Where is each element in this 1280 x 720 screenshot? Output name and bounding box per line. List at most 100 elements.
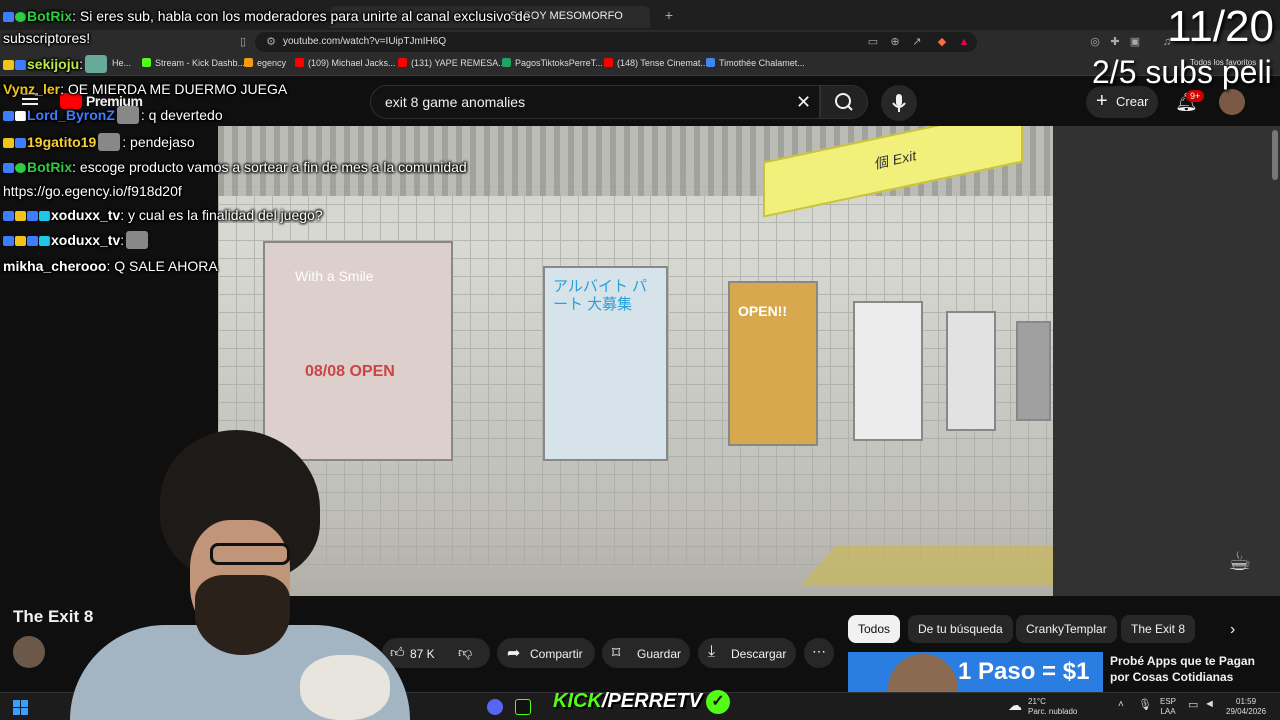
chat-text: : q devertedo <box>140 107 223 123</box>
clear-search-icon[interactable]: ✕ <box>796 92 811 113</box>
volume-icon[interactable]: ◄ <box>1204 698 1215 710</box>
layout-code: LAA <box>1160 707 1176 716</box>
bookmark-label: (148) Tense Cinemat... <box>617 58 708 68</box>
weather-desc[interactable]: Parc. nublado <box>1028 707 1077 717</box>
browser-address-bar: ▯ youtube.com/watch?v=IUipTJmIH6Q ⚙ ▭ ⊕ … <box>0 30 1280 54</box>
poster-text: With a Smile <box>295 268 374 284</box>
download-button[interactable]: ⤓ Descargar <box>698 638 796 668</box>
windows-start-icon[interactable] <box>13 700 28 715</box>
clock[interactable]: 01:59 29/04/2026 <box>1226 697 1266 717</box>
streamer-beard <box>195 575 290 655</box>
bookmark-label: He... <box>112 58 132 68</box>
chat-text: subscriptores! <box>3 30 91 46</box>
chip-todos[interactable]: Todos <box>848 615 901 643</box>
chat-message: Lord_ByronZ: q devertedo <box>3 106 223 124</box>
cast-icon[interactable]: ▭ <box>866 35 880 49</box>
save-button[interactable]: ⌑ Guardar <box>602 638 690 668</box>
bookmark-item[interactable]: PagosTiktoksPerreT... <box>502 58 603 68</box>
search-input[interactable]: exit 8 game anomalies <box>370 85 820 119</box>
clock-date: 29/04/2026 <box>1226 707 1267 716</box>
channel-avatar[interactable] <box>13 636 45 668</box>
language-indicator[interactable]: ESP LAA <box>1160 697 1176 717</box>
notification-badge: 9+ <box>1186 90 1205 102</box>
chat-message: Vynz_ler: OE MIERDA ME DUERMO JUEGA <box>3 81 287 97</box>
more-actions-button[interactable]: ⋯ <box>804 638 834 668</box>
search-value: exit 8 game anomalies <box>385 94 526 110</box>
chat-message: mikha_cherooo: Q SALE AHORA <box>3 258 218 274</box>
recommended-title[interactable]: Probé Apps que te Pagan por Cosas Cotidi… <box>1110 653 1270 685</box>
save-label: Guardar <box>637 647 682 661</box>
sheets-icon <box>502 58 511 67</box>
gift-badge-icon <box>15 111 26 121</box>
microphone-tray-icon[interactable]: 🎙︎ <box>1138 698 1152 711</box>
bookmark-item[interactable]: (109) Michael Jacks... <box>295 58 396 68</box>
kick-app-icon[interactable] <box>515 699 531 715</box>
download-label: Descargar <box>731 647 787 661</box>
clock-time: 01:59 <box>1236 697 1257 706</box>
diamond-badge-icon <box>39 211 50 221</box>
floor-tactile-strip <box>801 546 1053 586</box>
plus-icon: + <box>1096 90 1108 112</box>
network-icon[interactable]: ▭ <box>1188 698 1198 711</box>
egency-icon <box>244 58 253 67</box>
weather-icon[interactable]: ☁ <box>1008 697 1022 714</box>
chip-exit8[interactable]: The Exit 8 <box>1121 615 1196 643</box>
bookmark-label: Stream - Kick Dashb... <box>155 58 246 68</box>
bookmark-label: Timothée Chalamet... <box>719 58 805 68</box>
poster-generic <box>853 301 923 441</box>
chip-cranky[interactable]: CrankyTemplar <box>1016 615 1117 643</box>
search-button[interactable] <box>820 85 868 119</box>
share-icon: ➦ <box>507 645 521 662</box>
chat-text: : pendejaso <box>122 134 195 150</box>
cat-mascot-icon: ☕︎ <box>1228 546 1252 576</box>
chat-text: : <box>120 232 125 248</box>
extension-icon[interactable]: ◎ <box>1088 35 1102 49</box>
weather-temp[interactable]: 21°C <box>1028 697 1046 707</box>
bookmark-item[interactable]: egency <box>244 58 286 68</box>
share-icon[interactable]: ↗ <box>910 35 924 49</box>
streamer-glasses <box>210 543 290 565</box>
site-info-icon[interactable]: ⚙ <box>264 35 278 49</box>
puzzle-icon[interactable]: ✚ <box>1108 35 1122 49</box>
create-label: Crear <box>1116 94 1149 109</box>
verified-badge-icon <box>15 12 26 22</box>
bookmark-item[interactable]: Timothée Chalamet... <box>706 58 805 68</box>
poster-text: 08/08 OPEN <box>305 363 395 380</box>
emote-icon <box>126 231 149 249</box>
chat-message: sekijoju: <box>3 55 109 73</box>
avatar[interactable] <box>1219 89 1245 115</box>
chevron-up-icon[interactable]: ˄ <box>1118 699 1124 710</box>
voice-search-button[interactable] <box>881 85 917 121</box>
crown-badge-icon <box>15 211 26 221</box>
mod-badge-icon <box>3 236 14 246</box>
zoom-icon[interactable]: ⊕ <box>888 35 902 49</box>
rewards-icon[interactable]: ▲ <box>957 35 971 49</box>
bookmark-item[interactable]: (148) Tense Cinemat... <box>604 58 708 68</box>
mod-badge-icon <box>3 12 14 22</box>
new-tab-icon[interactable]: + <box>662 8 676 22</box>
youtube-icon <box>295 58 304 67</box>
emote-icon <box>85 55 108 73</box>
chevron-right-icon[interactable]: › <box>1230 621 1235 639</box>
share-button[interactable]: ➦ Compartir <box>497 638 595 668</box>
bookmark-item[interactable]: Stream - Kick Dashb... <box>142 58 245 68</box>
crown-badge-icon <box>15 236 26 246</box>
chip-search[interactable]: De tu búsqueda <box>908 615 1013 643</box>
kick-word: KICK <box>553 690 602 712</box>
bookmark-item[interactable]: He... <box>112 58 131 68</box>
bookmark-label: egency <box>257 58 287 68</box>
emote-icon <box>116 106 139 124</box>
recommended-thumbnail[interactable]: 1 Paso = $1 <box>848 652 1103 692</box>
bookmark-icon[interactable]: ▯ <box>236 35 250 49</box>
secondary-column: ☕︎ <box>1053 126 1280 596</box>
mod-badge-icon <box>3 211 14 221</box>
bookmark-item[interactable]: (131) YAPE REMESA... <box>398 58 506 68</box>
crown-badge-icon <box>3 138 14 148</box>
sidebar-icon[interactable]: ▣ <box>1128 35 1142 49</box>
brave-shield-icon[interactable]: ◆ <box>935 35 949 49</box>
thumbnail-text: 1 Paso = $1 <box>958 658 1090 685</box>
page-scrollbar[interactable] <box>1272 130 1278 180</box>
discord-icon[interactable] <box>487 699 503 715</box>
bookmark-label: (109) Michael Jacks... <box>308 58 396 68</box>
diamond-badge-icon <box>39 236 50 246</box>
